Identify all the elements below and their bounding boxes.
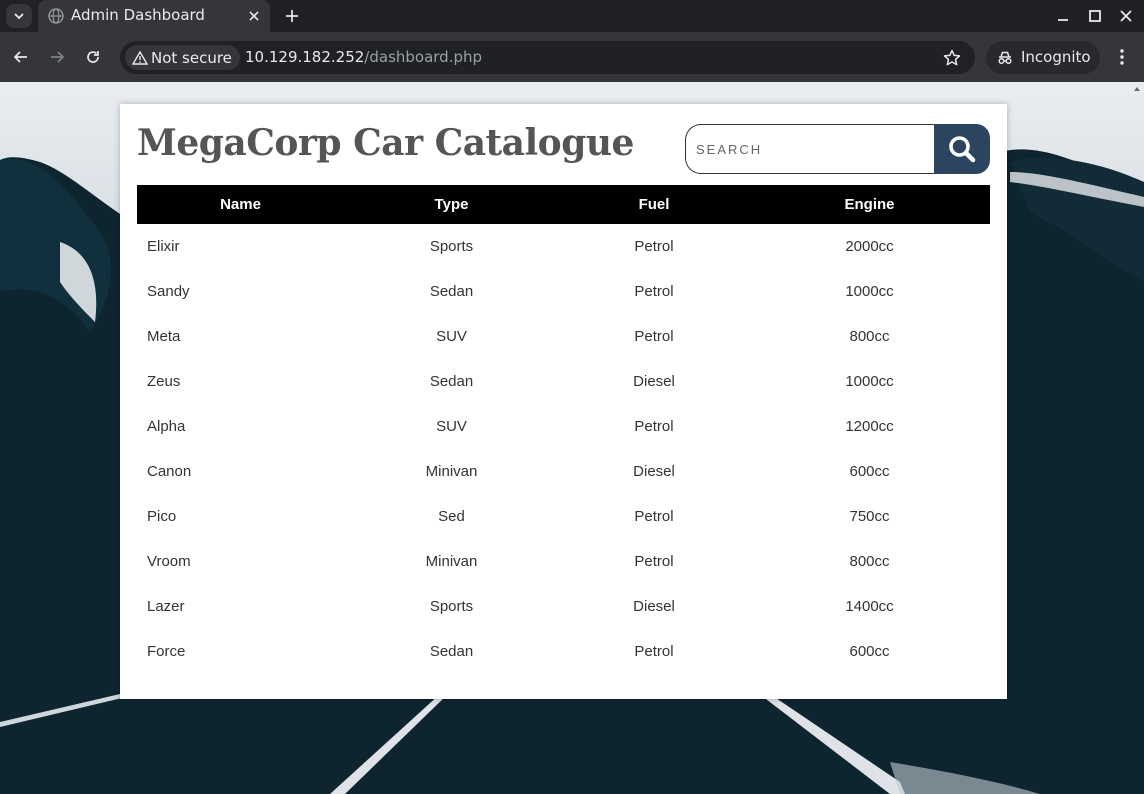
cell-fuel: Petrol [634,283,674,300]
tab-search-icon [14,13,24,20]
page-viewport: MegaCorp Car Catalogue Name Type Fuel En… [0,82,1144,794]
table-row: Sandy Sedan Petrol 1000cc [137,269,990,314]
search-input[interactable] [685,124,937,174]
table-row: Vroom Minivan Petrol 800cc [137,539,990,584]
incognito-indicator[interactable]: Incognito [986,41,1100,74]
maximize-icon[interactable] [1085,6,1105,26]
cell-fuel: Petrol [634,328,674,345]
close-icon[interactable] [246,8,262,24]
table-row: Lazer Sports Diesel 1400cc [137,584,990,629]
url-path: /dashboard.php [364,48,483,66]
cell-type: Sedan [429,283,474,300]
cell-engine: 1400cc [845,598,894,615]
cell-engine: 2000cc [845,238,894,255]
column-header-fuel: Fuel [638,196,670,213]
minimize-icon[interactable] [1053,6,1073,26]
url-text[interactable]: 10.129.182.252/dashboard.php [245,48,482,66]
active-tab[interactable]: Admin Dashboard [38,0,270,32]
cell-fuel: Diesel [633,463,675,480]
cell-name: Canon [147,463,192,480]
reload-icon[interactable] [83,47,103,67]
tab-strip: Admin Dashboard [0,0,1144,32]
cell-engine: 600cc [849,463,890,480]
cell-name: Lazer [147,598,185,615]
column-header-name: Name [220,196,261,213]
table-row: Canon Minivan Diesel 600cc [137,449,990,494]
table-row: Alpha SUV Petrol 1200cc [137,404,990,449]
table-row: Elixir Sports Petrol 2000cc [137,224,990,269]
globe-icon [48,8,64,24]
cell-type: SUV [436,418,467,435]
cell-name: Meta [147,328,181,345]
back-icon[interactable] [11,47,31,67]
cell-name: Pico [147,508,177,525]
cell-engine: 1000cc [845,373,894,390]
cell-fuel: Diesel [633,598,675,615]
cell-name: Vroom [147,553,191,570]
table-row: Force Sedan Petrol 600cc [137,629,990,674]
cell-engine: 750cc [849,508,890,525]
cell-fuel: Petrol [634,643,674,660]
table-row: Zeus Sedan Diesel 1000cc [137,359,990,404]
cell-fuel: Petrol [634,508,674,525]
cell-type: Sedan [429,373,474,390]
close-window-icon[interactable] [1116,6,1136,26]
car-table: Name Type Fuel Engine Elixir Sports Petrol… [137,185,990,674]
security-chip[interactable]: Not secure [125,45,240,70]
table-row: Meta SUV Petrol 800cc [137,314,990,359]
address-bar[interactable]: Not secure 10.129.182.252/dashboard.php [120,41,975,74]
cell-type: Sports [429,238,474,255]
cell-type: Sports [429,598,474,615]
cell-name: Force [147,643,186,660]
catalogue-panel: MegaCorp Car Catalogue Name Type Fuel En… [120,104,1007,699]
plus-icon[interactable] [282,6,302,26]
cell-fuel: Petrol [634,418,674,435]
cell-engine: 1200cc [845,418,894,435]
cell-type: Minivan [425,553,478,570]
table-header-row: Name Type Fuel Engine [137,185,990,224]
column-header-engine: Engine [844,196,895,213]
scroll-up-arrow-icon[interactable] [1133,85,1141,93]
cell-fuel: Diesel [633,373,675,390]
cell-engine: 800cc [849,328,890,345]
warning-icon [132,50,148,65]
cell-fuel: Petrol [634,238,674,255]
search-form [685,124,990,174]
cell-type: SUV [436,328,467,345]
cell-type: Sed [438,508,465,525]
cell-name: Elixir [147,238,180,255]
cell-name: Zeus [147,373,181,390]
kebab-menu-icon[interactable] [1112,47,1132,67]
incognito-label: Incognito [1021,48,1091,66]
tab-search-button[interactable] [6,4,32,28]
search-button[interactable] [934,124,990,174]
table-row: Pico Sed Petrol 750cc [137,494,990,539]
forward-icon[interactable] [47,47,67,67]
cell-name: Sandy [147,283,190,300]
star-icon[interactable] [942,48,962,68]
incognito-icon [998,51,1012,65]
cell-engine: 1000cc [845,283,894,300]
security-label: Not secure [151,48,232,67]
cell-engine: 800cc [849,553,890,570]
cell-fuel: Petrol [634,553,674,570]
url-host: 10.129.182.252 [245,48,365,66]
cell-name: Alpha [147,418,186,435]
magnifier-icon [949,136,976,163]
scrollbar[interactable] [1130,82,1144,794]
column-header-type: Type [434,196,469,213]
cell-engine: 600cc [849,643,890,660]
page-title: MegaCorp Car Catalogue [137,122,634,164]
browser-toolbar: Not secure 10.129.182.252/dashboard.php … [0,32,1144,82]
tab-title: Admin Dashboard [71,6,205,24]
cell-type: Minivan [425,463,478,480]
cell-type: Sedan [429,643,474,660]
